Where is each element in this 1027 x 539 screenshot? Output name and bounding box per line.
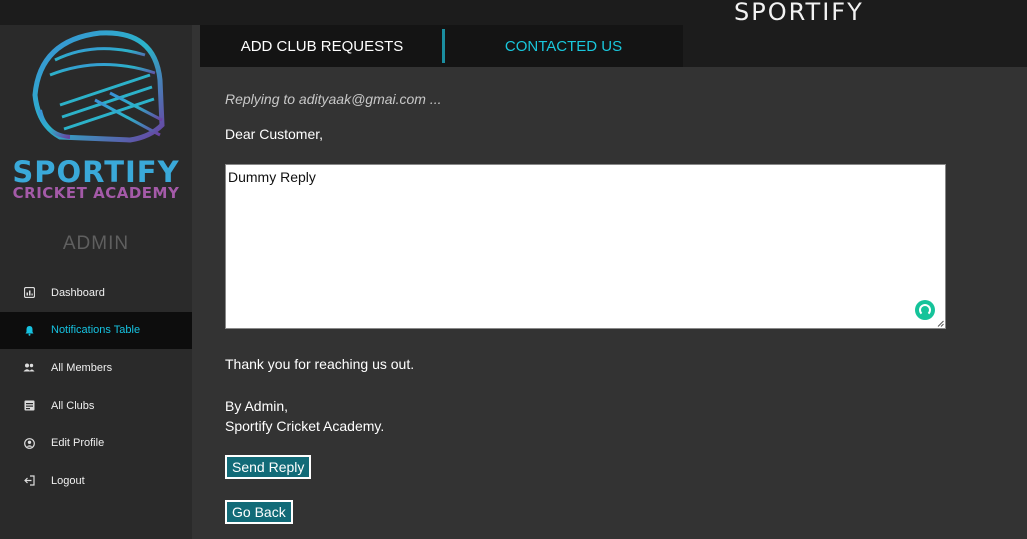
signoff-line-1: By Admin, [225, 398, 289, 414]
academy-logo: SPORTIFY CRICKET ACADEMY [0, 25, 192, 210]
brand-title: SPORTIFY [734, 0, 864, 26]
sidebar-item-dashboard[interactable]: Dashboard [0, 274, 192, 312]
logo-subtitle: CRICKET ACADEMY [12, 184, 180, 202]
replying-to-label: Replying to adityaak@gmai.com ... [225, 91, 442, 107]
tab-contacted-us[interactable]: CONTACTED US [444, 25, 683, 67]
user-circle-icon [23, 437, 35, 449]
thanks-text: Thank you for reaching us out. [225, 356, 415, 372]
grammarly-icon[interactable] [915, 300, 935, 320]
sidebar-item-label: Edit Profile [51, 437, 105, 450]
send-reply-button[interactable]: Send Reply [225, 455, 312, 479]
list-icon [23, 400, 35, 412]
reply-panel: Replying to adityaak@gmai.com ... Dear C… [200, 67, 1027, 539]
top-bar: SPORTIFY [0, 0, 1027, 26]
sidebar-item-label: Dashboard [51, 286, 105, 299]
sidebar-nav: Dashboard Notifications Table All Member… [0, 274, 192, 500]
sidebar-item-logout[interactable]: Logout [0, 462, 192, 500]
sidebar-item-notifications[interactable]: Notifications Table [0, 311, 192, 350]
resize-handle-icon[interactable] [937, 320, 944, 327]
chart-icon [23, 287, 35, 299]
go-back-button[interactable]: Go Back [225, 500, 293, 524]
sidebar-item-all-members[interactable]: All Members [0, 349, 192, 387]
helmet-icon [32, 30, 165, 143]
logout-icon [23, 475, 35, 487]
sidebar-item-label: All Members [51, 361, 113, 374]
sidebar-item-label: All Clubs [51, 399, 95, 412]
greeting-text: Dear Customer, [225, 126, 324, 142]
bell-icon [23, 324, 35, 336]
sidebar-item-label: Notifications Table [51, 324, 141, 337]
tab-bar: ADD CLUB REQUESTS CONTACTED US [200, 25, 1027, 67]
signoff-line-2: Sportify Cricket Academy. [225, 418, 385, 434]
sidebar: SPORTIFY CRICKET ACADEMY ADMIN Dashboard… [0, 25, 192, 539]
sidebar-item-all-clubs[interactable]: All Clubs [0, 387, 192, 425]
users-icon [23, 362, 35, 374]
sidebar-item-label: Logout [51, 474, 85, 487]
role-label: ADMIN [62, 233, 130, 254]
signoff-text: By Admin, Sportify Cricket Academy. [225, 396, 384, 436]
sidebar-item-edit-profile[interactable]: Edit Profile [0, 424, 192, 462]
tab-add-club-requests[interactable]: ADD CLUB REQUESTS [200, 25, 444, 67]
reply-message-input[interactable]: Dummy Reply [225, 164, 946, 329]
